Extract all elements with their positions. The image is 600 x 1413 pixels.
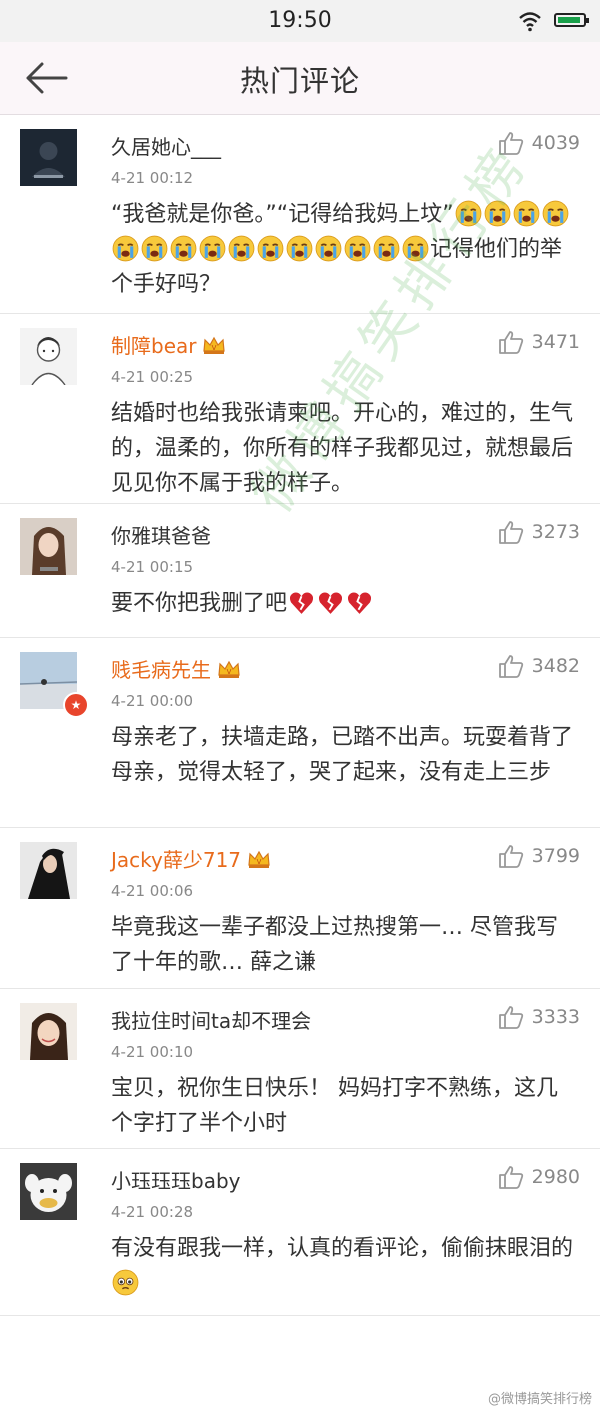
- comment-list: 久居她心___ 4-21 00:12 4039 “我爸就是你爸。”“记得给我妈上…: [0, 115, 600, 1316]
- loudly-crying-emoji-icon: [344, 235, 371, 262]
- like-count: 3471: [531, 331, 580, 353]
- battery-icon: [554, 13, 589, 27]
- like-count: 3482: [531, 655, 580, 677]
- like-button[interactable]: 2980: [498, 1165, 580, 1189]
- avatar[interactable]: [20, 129, 77, 186]
- comment-text-part: 要不你把我删了吧: [111, 591, 288, 616]
- comment-username[interactable]: Jacky薛少717 V: [111, 844, 271, 873]
- status-bar: 19:50: [0, 0, 600, 42]
- loudly-crying-emoji-icon: [286, 235, 313, 262]
- nav-bar: 热门评论: [0, 42, 600, 115]
- emoji-row: [111, 1269, 140, 1296]
- comment-date: 4-21 00:06: [111, 882, 194, 900]
- loudly-crying-emoji-icon: [228, 235, 255, 262]
- comment-date: 4-21 00:10: [111, 1043, 194, 1061]
- status-time: 19:50: [268, 8, 332, 33]
- vip-crown-icon: V: [203, 336, 226, 354]
- svg-text:V: V: [257, 858, 262, 866]
- comment-username[interactable]: 制障bear V: [111, 330, 226, 359]
- like-button[interactable]: 3471: [498, 330, 580, 354]
- emoji-row: [287, 591, 374, 616]
- like-button[interactable]: 3273: [498, 520, 580, 544]
- like-count: 2980: [531, 1166, 580, 1188]
- thumbs-up-icon: [498, 845, 523, 868]
- like-button[interactable]: 3799: [498, 844, 580, 868]
- avatar[interactable]: [20, 842, 77, 899]
- thumbs-up-icon: [498, 331, 523, 354]
- like-button[interactable]: 3482: [498, 654, 580, 678]
- comment-item: Jacky薛少717 V 4-21 00:06 3799 毕竟我这一辈子都没上过热…: [0, 828, 600, 989]
- page-title: 热门评论: [239, 64, 360, 98]
- thumbs-up-icon: [498, 655, 523, 678]
- loudly-crying-emoji-icon: [315, 235, 342, 262]
- username-text: 制障bear: [111, 334, 197, 358]
- comment-username[interactable]: 小珏珏珏baby: [111, 1165, 240, 1194]
- comment-username[interactable]: 贱毛病先生 V: [111, 654, 241, 683]
- comment-text: 宝贝，祝你生日快乐！ 妈妈打字不熟练，这几个字打了半个小时: [111, 1076, 558, 1136]
- comment-text: 毕竟我这一辈子都没上过热搜第一… 尽管我写了十年的歌… 薛之谦: [111, 915, 558, 975]
- broken-heart-emoji-icon: [289, 592, 314, 614]
- wifi-icon: [519, 12, 541, 32]
- svg-text:V: V: [212, 344, 217, 352]
- loudly-crying-emoji-icon: [112, 235, 139, 262]
- comment-text: 有没有跟我一样，认真的看评论，偷偷抹眼泪的: [111, 1231, 576, 1301]
- thumbs-up-icon: [498, 1006, 523, 1029]
- like-count: 3333: [531, 1006, 580, 1028]
- vip-crown-icon: V: [248, 850, 270, 868]
- comment-date: 4-21 00:28: [111, 1203, 194, 1221]
- vip-crown-icon: V: [218, 660, 240, 678]
- like-count: 3799: [531, 845, 580, 867]
- comment-text: 母亲老了，扶墙走路，已踏不出声。玩耍着背了母亲，觉得太轻了，哭了起来，没有走上三…: [111, 725, 574, 785]
- teary-eyes-emoji-icon: [112, 1269, 139, 1296]
- avatar[interactable]: [20, 518, 77, 575]
- comment-date: 4-21 00:00: [111, 692, 194, 710]
- verified-badge-icon: ★: [63, 692, 89, 718]
- comment-text-part: “我爸就是你爸。”“记得给我妈上坟”: [111, 202, 454, 227]
- comment-date: 4-21 00:25: [111, 368, 194, 386]
- loudly-crying-emoji-icon: [257, 235, 284, 262]
- avatar[interactable]: [20, 1163, 77, 1220]
- thumbs-up-icon: [498, 1166, 523, 1189]
- comment-item: 你雅琪爸爸 4-21 00:15 3273 要不你把我删了吧: [0, 504, 600, 638]
- username-text: 贱毛病先生: [111, 658, 211, 682]
- like-count: 4039: [531, 132, 580, 154]
- thumbs-up-icon: [498, 521, 523, 544]
- username-text: Jacky薛少717: [111, 848, 242, 872]
- like-count: 3273: [531, 521, 580, 543]
- avatar[interactable]: [20, 328, 77, 385]
- loudly-crying-emoji-icon: [141, 235, 168, 262]
- comment-item: ★ 贱毛病先生 V 4-21 00:00 3482 母亲老了，扶墙走路，已踏不出声…: [0, 638, 600, 828]
- loudly-crying-emoji-icon: [170, 235, 197, 262]
- loudly-crying-emoji-icon: [542, 200, 568, 227]
- broken-heart-emoji-icon: [347, 592, 372, 614]
- watermark-credit: @微博搞笑排行榜: [487, 1392, 592, 1407]
- comment-text: 要不你把我删了吧: [111, 586, 576, 621]
- svg-text:V: V: [227, 668, 232, 676]
- comment-item: 小珏珏珏baby 4-21 00:28 2980 有没有跟我一样，认真的看评论，…: [0, 1149, 600, 1316]
- loudly-crying-emoji-icon: [199, 235, 226, 262]
- comment-date: 4-21 00:12: [111, 169, 194, 187]
- comment-username[interactable]: 久居她心___: [111, 131, 221, 160]
- comment-username[interactable]: 你雅琪爸爸: [111, 520, 211, 549]
- comment-text-part: 有没有跟我一样，认真的看评论，偷偷抹眼泪的: [111, 1236, 574, 1261]
- comment-username[interactable]: 我拉住时间ta却不理会: [111, 1005, 311, 1034]
- like-button[interactable]: 3333: [498, 1005, 580, 1029]
- comment-date: 4-21 00:15: [111, 558, 194, 576]
- broken-heart-emoji-icon: [318, 592, 343, 614]
- avatar[interactable]: [20, 1003, 77, 1060]
- comment-item: 我拉住时间ta却不理会 4-21 00:10 3333 宝贝，祝你生日快乐！ 妈…: [0, 989, 600, 1149]
